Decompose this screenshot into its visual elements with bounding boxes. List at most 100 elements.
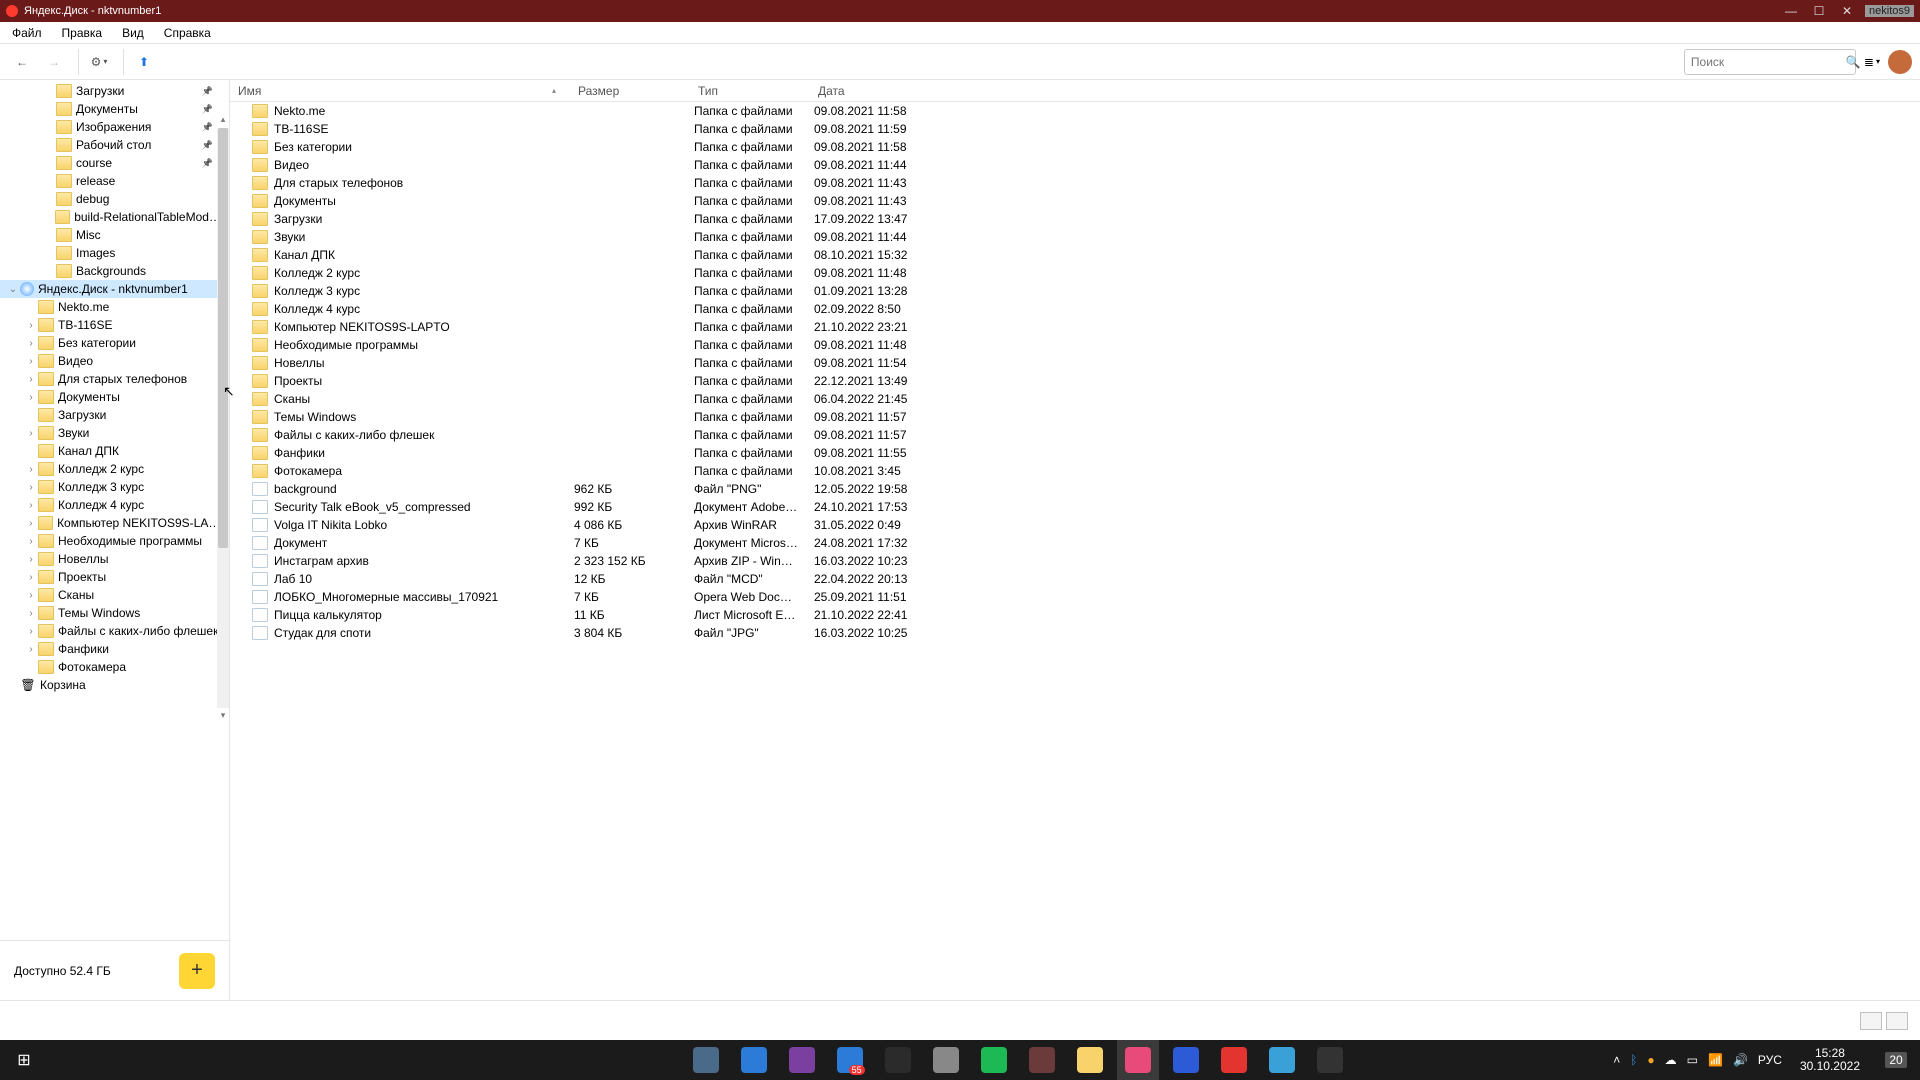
scroll-down-icon[interactable]: ▾ bbox=[217, 710, 229, 722]
file-row[interactable]: ВидеоПапка с файлами09.08.2021 11:44 bbox=[230, 156, 1920, 174]
tray-chevron-icon[interactable]: ˄ bbox=[1613, 1053, 1620, 1067]
tree-item[interactable]: Nekto.me bbox=[0, 298, 229, 316]
file-row[interactable]: ЗагрузкиПапка с файлами17.09.2022 13:47 bbox=[230, 210, 1920, 228]
file-row[interactable]: ПроектыПапка с файлами22.12.2021 13:49 bbox=[230, 372, 1920, 390]
taskbar-app-steam[interactable] bbox=[1309, 1040, 1351, 1080]
forward-button[interactable]: → bbox=[40, 48, 68, 76]
file-row[interactable]: ФотокамераПапка с файлами10.08.2021 3:45 bbox=[230, 462, 1920, 480]
tree-item[interactable]: Канал ДПК bbox=[0, 442, 229, 460]
column-name[interactable]: Имя▴ bbox=[230, 84, 570, 98]
back-button[interactable]: ← bbox=[8, 48, 36, 76]
notification-center[interactable]: 20 bbox=[1878, 1053, 1914, 1067]
file-row[interactable]: Студак для споти3 804 КБФайл "JPG"16.03.… bbox=[230, 624, 1920, 642]
minimize-button[interactable]: — bbox=[1777, 4, 1805, 18]
close-button[interactable]: ✕ bbox=[1833, 4, 1861, 18]
tree-item[interactable]: Images bbox=[0, 244, 229, 262]
tree-item[interactable]: Misc bbox=[0, 226, 229, 244]
taskbar-app-disc[interactable] bbox=[925, 1040, 967, 1080]
expand-icon[interactable]: › bbox=[24, 320, 38, 331]
expand-icon[interactable]: › bbox=[24, 554, 38, 565]
taskbar-app-spotify[interactable] bbox=[973, 1040, 1015, 1080]
file-row[interactable]: Компьютер NEKITOS9S-LAPTOПапка с файлами… bbox=[230, 318, 1920, 336]
tree-item[interactable]: ›Колледж 3 курс bbox=[0, 478, 229, 496]
clock[interactable]: 15:28 30.10.2022 bbox=[1792, 1047, 1868, 1073]
tree-item[interactable]: Изображения bbox=[0, 118, 229, 136]
file-row[interactable]: Пицца калькулятор11 КБЛист Microsoft Exc… bbox=[230, 606, 1920, 624]
file-row[interactable]: Nekto.meПапка с файлами09.08.2021 11:58 bbox=[230, 102, 1920, 120]
taskbar-app-app-teal[interactable] bbox=[1261, 1040, 1303, 1080]
user-avatar[interactable] bbox=[1888, 50, 1912, 74]
taskbar-app-app-pink[interactable] bbox=[1117, 1040, 1159, 1080]
tree-item[interactable]: Фотокамера bbox=[0, 658, 229, 676]
file-row[interactable]: Лаб 1012 КБФайл "MCD"22.04.2022 20:13 bbox=[230, 570, 1920, 588]
tree-item[interactable]: ›Без категории bbox=[0, 334, 229, 352]
tree-item[interactable]: ›Необходимые программы bbox=[0, 532, 229, 550]
tree-item[interactable]: ›Сканы bbox=[0, 586, 229, 604]
tree-item[interactable]: Загрузки bbox=[0, 82, 229, 100]
scrollbar-thumb[interactable] bbox=[218, 128, 228, 548]
tree-item[interactable]: 🗑Корзина bbox=[0, 676, 229, 694]
taskbar-app-calculator[interactable] bbox=[685, 1040, 727, 1080]
file-row[interactable]: Канал ДПКПапка с файлами08.10.2021 15:32 bbox=[230, 246, 1920, 264]
expand-icon[interactable]: › bbox=[24, 608, 38, 619]
language-indicator[interactable]: РУС bbox=[1758, 1053, 1782, 1067]
expand-icon[interactable]: › bbox=[24, 338, 38, 349]
file-row[interactable]: Инстаграм архив2 323 152 КБАрхив ZIP - W… bbox=[230, 552, 1920, 570]
tree-item[interactable]: Рабочий стол bbox=[0, 136, 229, 154]
file-row[interactable]: Темы WindowsПапка с файлами09.08.2021 11… bbox=[230, 408, 1920, 426]
menu-view[interactable]: Вид bbox=[114, 24, 152, 42]
file-row[interactable]: Без категорииПапка с файлами09.08.2021 1… bbox=[230, 138, 1920, 156]
expand-icon[interactable]: › bbox=[24, 374, 38, 385]
taskbar-app-opera[interactable] bbox=[1213, 1040, 1255, 1080]
tree-item[interactable]: ›Для старых телефонов bbox=[0, 370, 229, 388]
add-button[interactable]: + bbox=[179, 953, 215, 989]
file-row[interactable]: СканыПапка с файлами06.04.2022 21:45 bbox=[230, 390, 1920, 408]
tree-item[interactable]: ›Файлы с каких-либо флешек bbox=[0, 622, 229, 640]
tree-item[interactable]: ›Фанфики bbox=[0, 640, 229, 658]
file-row[interactable]: Колледж 2 курсПапка с файлами09.08.2021 … bbox=[230, 264, 1920, 282]
tree-item[interactable]: ›Документы bbox=[0, 388, 229, 406]
file-row[interactable]: Необходимые программыПапка с файлами09.0… bbox=[230, 336, 1920, 354]
tree-item[interactable]: release bbox=[0, 172, 229, 190]
bluetooth-icon[interactable]: ᛒ bbox=[1630, 1053, 1637, 1067]
file-row[interactable]: Файлы с каких-либо флешекПапка с файлами… bbox=[230, 426, 1920, 444]
expand-icon[interactable]: › bbox=[24, 536, 38, 547]
expand-icon[interactable]: › bbox=[24, 392, 38, 403]
file-row[interactable]: ФанфикиПапка с файлами09.08.2021 11:55 bbox=[230, 444, 1920, 462]
expand-icon[interactable]: › bbox=[24, 590, 38, 601]
search-input[interactable] bbox=[1691, 55, 1846, 69]
tree-item[interactable]: debug bbox=[0, 190, 229, 208]
expand-icon[interactable]: › bbox=[24, 356, 38, 367]
tree-item[interactable]: ›Звуки bbox=[0, 424, 229, 442]
expand-icon[interactable]: › bbox=[24, 644, 38, 655]
expand-icon[interactable]: › bbox=[24, 464, 38, 475]
tree-item[interactable]: course bbox=[0, 154, 229, 172]
taskbar-app-app-dark[interactable] bbox=[1021, 1040, 1063, 1080]
tree-item[interactable]: ›Темы Windows bbox=[0, 604, 229, 622]
tree-item[interactable]: ›Колледж 4 курс bbox=[0, 496, 229, 514]
tree-item[interactable]: Документы bbox=[0, 100, 229, 118]
cloud-icon[interactable]: ☁ bbox=[1665, 1053, 1677, 1067]
expand-icon[interactable]: › bbox=[24, 500, 38, 511]
tree-item[interactable]: ›Новеллы bbox=[0, 550, 229, 568]
file-row[interactable]: Security Talk eBook_v5_compressed992 КБД… bbox=[230, 498, 1920, 516]
taskbar-app-app-blue[interactable] bbox=[733, 1040, 775, 1080]
column-type[interactable]: Тип bbox=[690, 84, 810, 98]
expand-icon[interactable]: › bbox=[24, 518, 38, 529]
file-row[interactable]: Для старых телефоновПапка с файлами09.08… bbox=[230, 174, 1920, 192]
upload-button[interactable]: ⬆ bbox=[130, 48, 158, 76]
taskbar-app-explorer[interactable] bbox=[1069, 1040, 1111, 1080]
tree-item[interactable]: Загрузки bbox=[0, 406, 229, 424]
battery-icon[interactable]: ▭ bbox=[1687, 1053, 1698, 1067]
wifi-icon[interactable]: 📶 bbox=[1708, 1053, 1723, 1067]
file-row[interactable]: Документ7 КБДокумент Microsof...24.08.20… bbox=[230, 534, 1920, 552]
taskbar-app-onenote[interactable] bbox=[781, 1040, 823, 1080]
file-row[interactable]: TB-116SEПапка с файлами09.08.2021 11:59 bbox=[230, 120, 1920, 138]
tree-item[interactable]: ›TB-116SE bbox=[0, 316, 229, 334]
taskbar-app-figma[interactable] bbox=[877, 1040, 919, 1080]
menu-edit[interactable]: Правка bbox=[54, 24, 111, 42]
tree-item[interactable]: ⌄Яндекс.Диск - nktvnumber1 bbox=[0, 280, 229, 298]
column-date[interactable]: Дата bbox=[810, 84, 930, 98]
file-row[interactable]: ЗвукиПапка с файлами09.08.2021 11:44 bbox=[230, 228, 1920, 246]
view-mode-toggle[interactable]: ≣▾ bbox=[1864, 55, 1880, 69]
